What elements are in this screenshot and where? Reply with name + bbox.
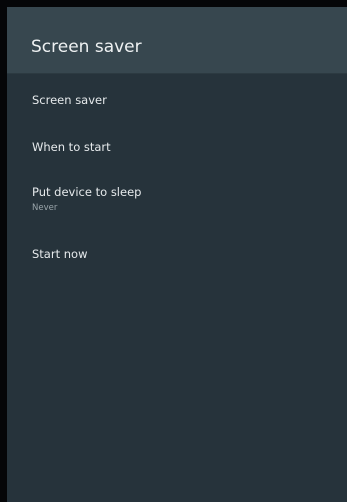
menu-item-put-device-to-sleep[interactable]: Put device to sleep Never bbox=[7, 185, 347, 213]
panel-header: Screen saver bbox=[7, 7, 347, 74]
menu-item-label: Screen saver bbox=[32, 93, 107, 107]
menu-item-screen-saver[interactable]: Screen saver bbox=[7, 93, 347, 107]
tv-screen: Screen saver Screen saver When to start … bbox=[0, 0, 347, 502]
menu-item-label: Put device to sleep bbox=[32, 185, 142, 199]
settings-panel: Screen saver Screen saver When to start … bbox=[7, 7, 347, 502]
menu-item-start-now[interactable]: Start now bbox=[7, 247, 347, 261]
menu-item-label: When to start bbox=[32, 140, 111, 154]
page-title: Screen saver bbox=[31, 37, 142, 57]
menu-item-when-to-start[interactable]: When to start bbox=[7, 140, 347, 154]
menu-item-value: Never bbox=[32, 203, 58, 213]
menu-item-label: Start now bbox=[32, 247, 88, 261]
